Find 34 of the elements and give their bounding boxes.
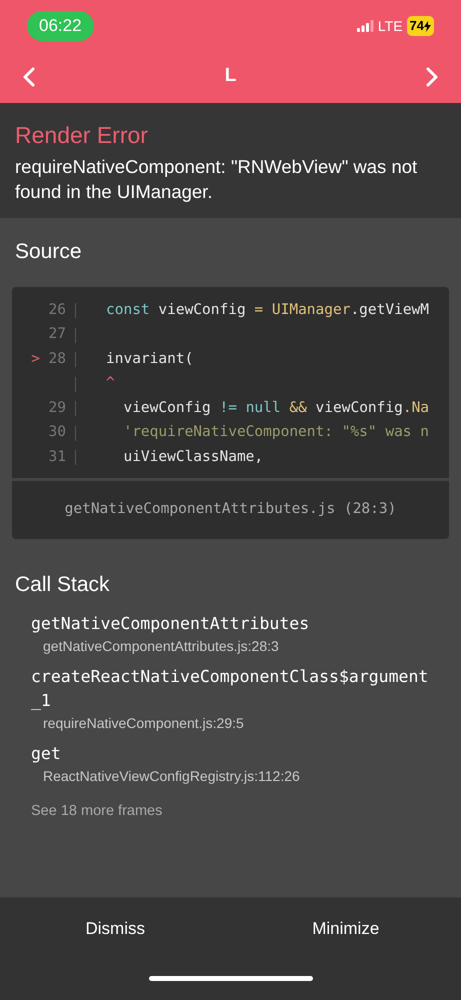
forward-button[interactable] [424,66,439,86]
more-frames-link[interactable]: See 18 more frames [31,801,430,823]
line-number: 26 [48,300,66,320]
frame-name[interactable]: getNativeComponentAttributes [31,612,430,636]
source-file: getNativeComponentAttributes.js (28:3) [12,478,449,539]
frame-location: getNativeComponentAttributes.js:28:3 [42,637,280,656]
line-number: 30 [48,423,66,442]
footer-button[interactable]: Dismiss [0,898,230,960]
code-line: ^ [106,374,115,394]
line-number: 29 [48,398,66,418]
code-line: invariant( [106,350,194,369]
frame-location: ReactNativeViewConfigRegistry.js:112:26 [42,767,301,786]
status-time: 06:22 [27,11,94,41]
code-line: uiViewClassName, [122,448,264,467]
line-number: 27 [48,325,66,344]
nav-title: L [224,64,236,88]
line-number: 31 [48,448,66,467]
frame-name[interactable]: get [31,742,430,766]
footer-button[interactable]: Minimize [230,898,461,960]
network-label: LTE [378,16,403,36]
line-number: 28 [48,350,66,369]
current-line-marker: > [31,350,40,369]
frame-location: requireNativeComponent.js:29:5 [42,714,245,734]
code-line: 'requireNativeComponent: "%s" was n [122,423,430,442]
battery-indicator: 74 [406,16,434,36]
error-message: requireNativeComponent: "RNWebView" was not found in the UIManager. [15,155,418,204]
code-line: const viewConfig = UIManager.getViewM [106,300,430,320]
section-title: Source [14,239,83,265]
error-title: Render Error [15,121,149,150]
back-button[interactable] [22,66,36,86]
code-line: viewConfig != null && viewConfig.Na [122,398,430,418]
section-title: Call Stack [14,572,111,598]
signal-icon [356,20,374,32]
frame-name[interactable]: createReactNativeComponentClass$argument_1 [31,665,430,714]
